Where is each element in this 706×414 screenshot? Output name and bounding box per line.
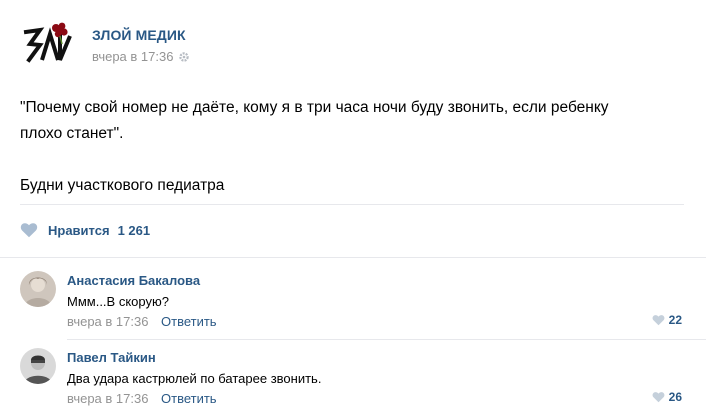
- comment-text: Ммм...В скорую?: [67, 294, 169, 309]
- comment-like-count: 22: [668, 313, 682, 327]
- comment-like-button[interactable]: 26: [652, 390, 682, 404]
- community-logo[interactable]: [20, 18, 72, 70]
- like-button[interactable]: Нравится 1 261: [20, 220, 150, 240]
- post-text-line: плохо станет".: [20, 125, 124, 142]
- comment-like-button[interactable]: 22: [652, 313, 682, 327]
- comment-time[interactable]: вчера в 17:36: [67, 314, 148, 329]
- comment-author[interactable]: Павел Тайкин: [67, 350, 156, 365]
- post-text-line: "Почему свой номер не даёте, кому я в тр…: [20, 99, 609, 116]
- divider: [0, 257, 706, 258]
- post-time[interactable]: вчера в 17:36: [92, 49, 190, 64]
- avatar[interactable]: [20, 271, 56, 307]
- community-name[interactable]: ЗЛОЙ МЕДИК: [92, 27, 186, 43]
- heart-icon: [652, 392, 665, 403]
- divider: [20, 204, 684, 205]
- post-text-line: Будни участкового педиатра: [20, 177, 225, 194]
- heart-icon: [20, 222, 38, 238]
- comment-like-count: 26: [668, 390, 682, 404]
- like-count: 1 261: [117, 222, 151, 238]
- divider: [67, 339, 706, 340]
- reply-button[interactable]: Ответить: [161, 314, 217, 329]
- post-text: "Почему свой номер не даёте, кому я в тр…: [20, 95, 680, 199]
- like-label: Нравится: [48, 222, 110, 238]
- comment-time[interactable]: вчера в 17:36: [67, 391, 148, 406]
- reply-button[interactable]: Ответить: [161, 391, 217, 406]
- comment-text: Два удара кастрюлей по батарее звонить.: [67, 371, 322, 386]
- comment-author[interactable]: Анастасия Бакалова: [67, 273, 200, 288]
- gear-icon[interactable]: [178, 51, 190, 63]
- post-time-text[interactable]: вчера в 17:36: [92, 49, 173, 64]
- heart-icon: [652, 315, 665, 326]
- avatar[interactable]: [20, 348, 56, 384]
